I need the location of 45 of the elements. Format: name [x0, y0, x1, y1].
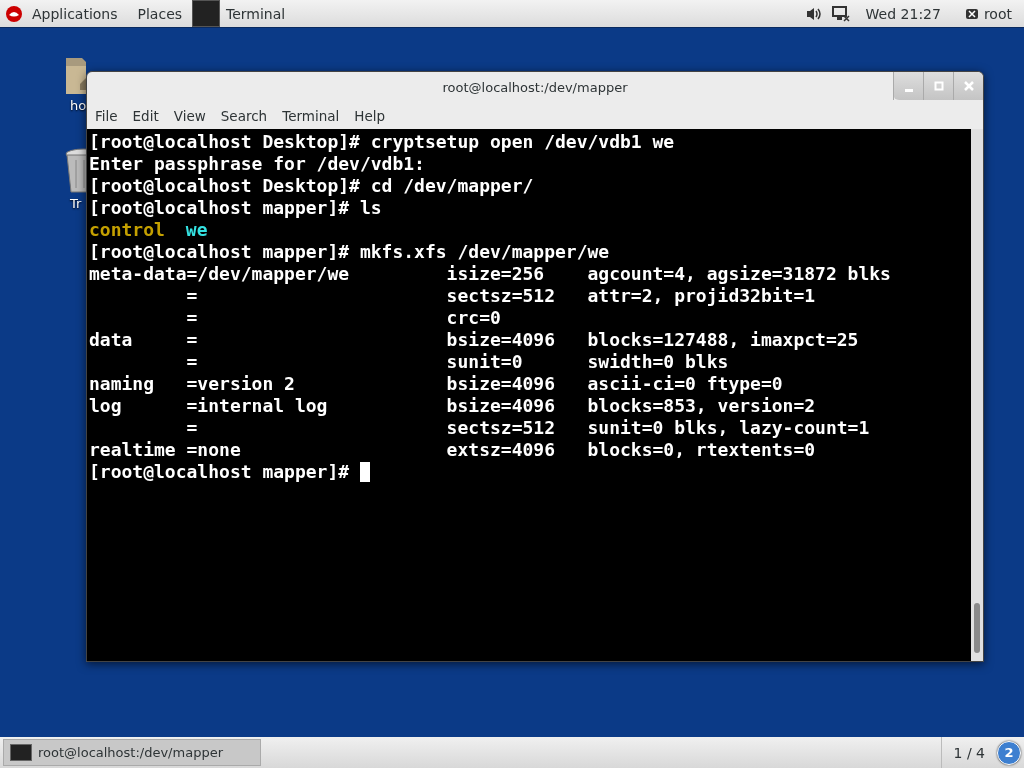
terminal-text: we: [185, 219, 208, 241]
menu-item[interactable]: Help: [354, 107, 394, 124]
workspace-indicator[interactable]: 1 / 4: [940, 737, 997, 768]
terminal-text: = crc=0: [185, 307, 501, 329]
desktop-icon-label[interactable]: ho: [70, 98, 87, 113]
terminal-text: [root@localhost Desktop]# cryptsetup open /dev/vdb1 we: [89, 131, 675, 153]
menu-item[interactable]: Edit: [132, 107, 167, 124]
terminal-text: = sectsz=512 sunit=0 blks, lazy-count=1: [185, 417, 870, 439]
terminal-icon: [10, 744, 32, 761]
hat-icon[interactable]: [6, 5, 22, 22]
terminal-text: data = bsize=4096 blocks=127488, imaxpct=25: [89, 329, 859, 351]
maximize-icon: [933, 81, 944, 91]
terminal-text: Enter passphrase for /dev/vdb1:: [89, 153, 425, 175]
terminal-text: = sunit=0 swidth=0 blks: [185, 351, 729, 373]
minimize-icon: [904, 88, 913, 92]
terminal-text: naming =version 2 bsize=4096 ascii-ci=0 ftype=0: [89, 373, 783, 395]
terminal-text: [root@localhost Desktop]# cd /dev/mapper/: [89, 175, 534, 197]
network-icon[interactable]: [831, 5, 850, 22]
clock[interactable]: Wed 21:27: [865, 5, 941, 22]
menu-item[interactable]: Terminal: [282, 107, 348, 124]
terminal-text: [root@localhost mapper]# mkfs.xfs /dev/mapper/we: [89, 241, 610, 263]
menu-item[interactable]: Search: [220, 107, 276, 124]
active-app-label[interactable]: Terminal: [226, 5, 286, 22]
scroll-thumb[interactable]: [974, 603, 980, 653]
terminal-text: realtime =none extsz=4096 blocks=0, rtextents=0: [89, 439, 816, 461]
panel-menu[interactable]: Places: [127, 5, 193, 22]
notification-badge[interactable]: 2: [997, 740, 1021, 765]
desktop-icon-label[interactable]: Tr: [70, 196, 82, 211]
terminal-text: log =internal log bsize=4096 blocks=853, version=2: [89, 395, 816, 417]
window-title: root@localhost:/dev/mapper: [442, 79, 628, 95]
volume-icon[interactable]: [805, 6, 822, 21]
terminal-text: = sectsz=512 attr=2, projid32bit=1: [185, 285, 816, 307]
close-icon: [963, 81, 974, 91]
panel-menu[interactable]: Applications: [22, 5, 128, 22]
taskbar-item[interactable]: root@localhost:/dev/mapper: [3, 739, 261, 766]
scrollbar[interactable]: [971, 129, 983, 661]
terminal-icon[interactable]: [192, 0, 221, 27]
menu-item[interactable]: View: [173, 107, 214, 124]
terminal-text: [root@localhost mapper]#: [89, 461, 350, 483]
menu-item[interactable]: File: [95, 107, 126, 124]
user-menu[interactable]: root: [983, 5, 1012, 22]
terminal-text: control: [89, 219, 165, 241]
text-cursor: [360, 462, 371, 482]
terminal-text: [root@localhost mapper]# ls: [89, 197, 382, 219]
terminal-text: meta-data=/dev/mapper/we isize=256 agcount=4, agsize=31872 blks: [89, 263, 891, 285]
